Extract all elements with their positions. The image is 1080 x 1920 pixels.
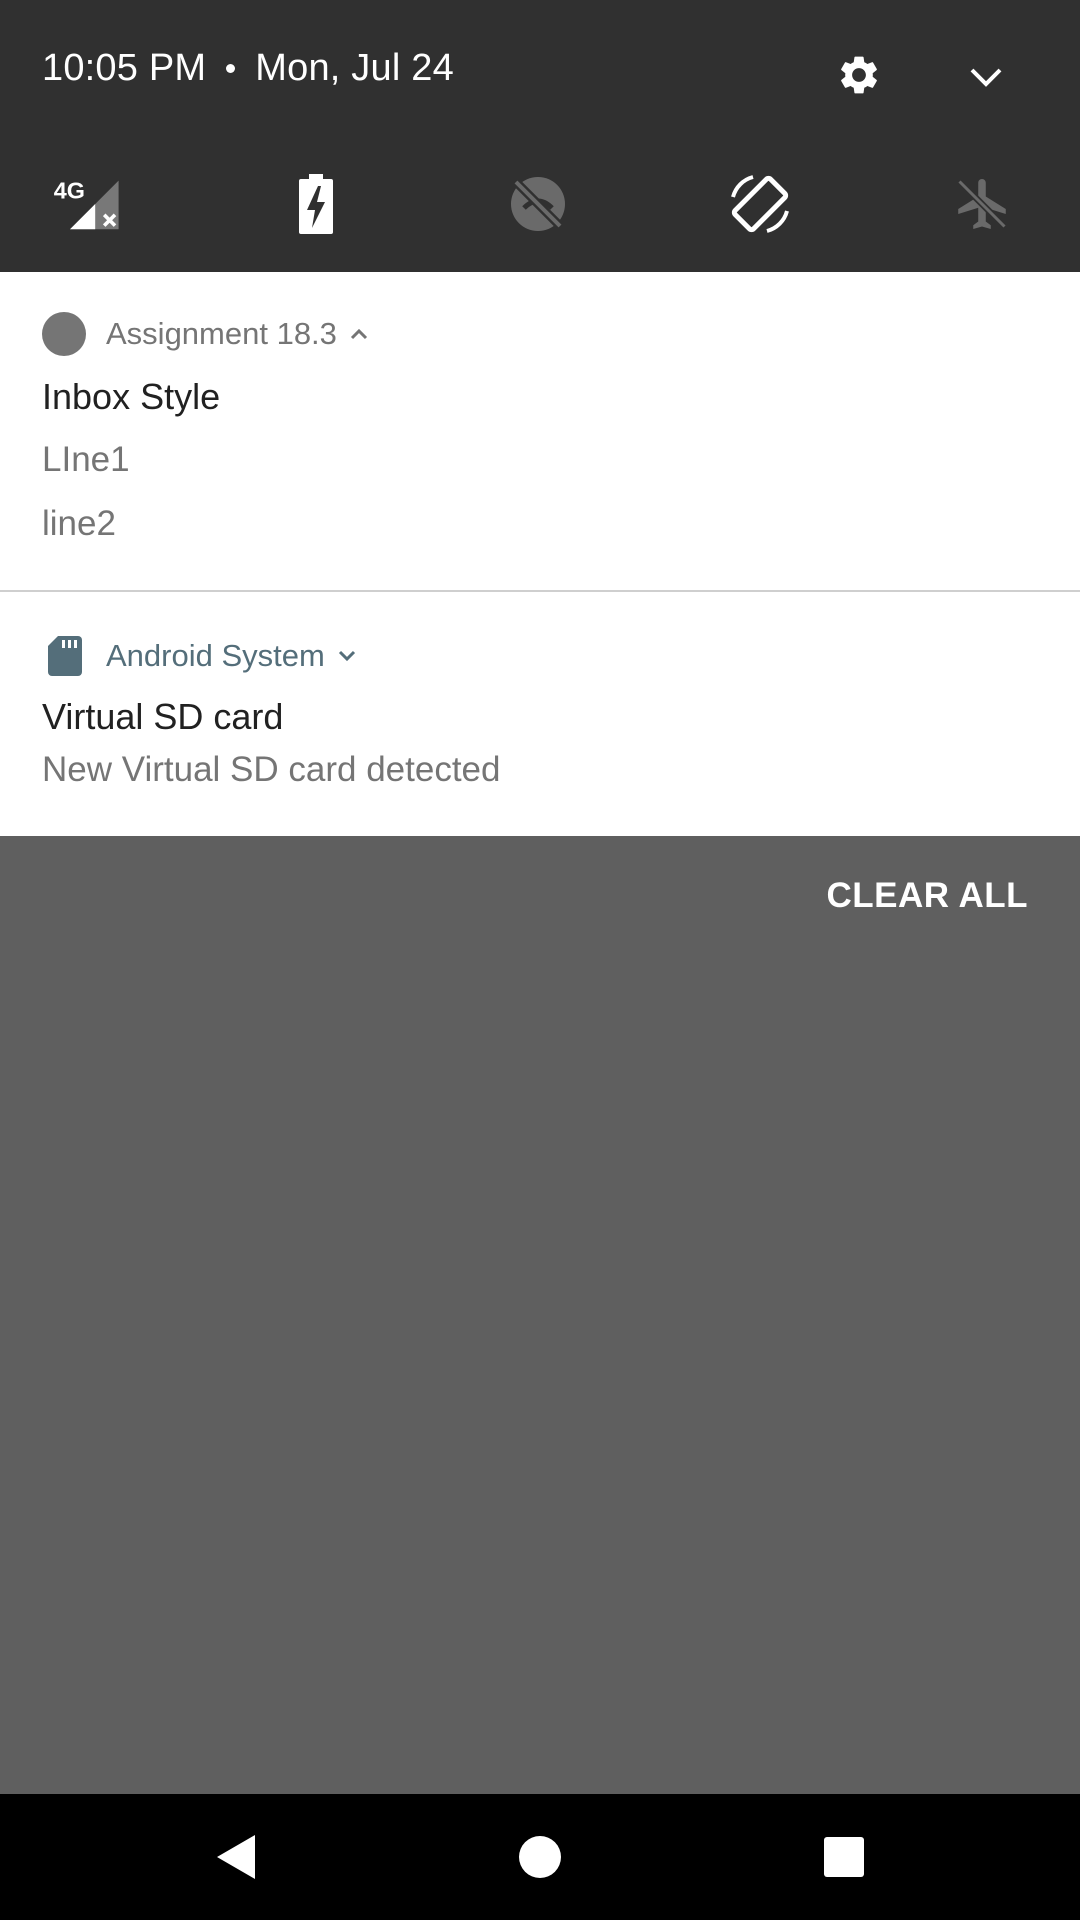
date-text: Mon, Jul 24 — [255, 46, 454, 89]
navigation-bar — [0, 1794, 1080, 1920]
auto-rotate-tile[interactable] — [724, 168, 796, 240]
chevron-up-icon — [350, 328, 367, 340]
expand-button[interactable] — [337, 649, 357, 663]
airplane-mode-tile[interactable] — [946, 168, 1018, 240]
notification-header: Android System — [42, 632, 357, 680]
notification-card[interactable]: Android System Virtual SD card New Virtu… — [0, 592, 1080, 836]
inbox-line: line2 — [42, 504, 116, 543]
app-name: Assignment 18.3 — [106, 316, 337, 351]
home-button[interactable] — [510, 1827, 570, 1887]
network-type-label: 4G — [54, 178, 85, 204]
app-name: Android System — [106, 638, 325, 673]
separator-dot — [226, 63, 236, 73]
expand-quick-settings-button[interactable] — [956, 52, 1016, 102]
settings-button[interactable] — [832, 48, 886, 102]
location-tile[interactable] — [502, 168, 574, 240]
date-time: 10:05 PM Mon, Jul 24 — [42, 38, 454, 98]
clear-all-button[interactable]: CLEAR ALL — [826, 876, 1028, 916]
notification-card[interactable]: Assignment 18.3 Inbox Style LIne1 line2 — [0, 272, 1080, 592]
app-circle-icon — [42, 312, 86, 356]
quick-settings-header: 10:05 PM Mon, Jul 24 4G — [0, 0, 1080, 272]
battery-saver-tile[interactable] — [280, 168, 352, 240]
recents-button[interactable] — [814, 1827, 874, 1887]
home-icon — [519, 1836, 561, 1878]
airplane-mode-icon — [957, 179, 1007, 229]
notification-title: Virtual SD card — [42, 696, 284, 737]
notification-title: Inbox Style — [42, 376, 221, 417]
recents-icon — [824, 1837, 864, 1877]
auto-rotate-icon — [731, 175, 789, 233]
notification-header: Assignment 18.3 — [42, 310, 369, 358]
notification-shade-screen: 10:05 PM Mon, Jul 24 4G Assignment 18.3 … — [0, 0, 1080, 1920]
collapse-button[interactable] — [349, 327, 369, 341]
chevron-down-icon — [338, 650, 355, 662]
chevron-down-icon — [970, 68, 1002, 87]
mobile-data-icon: 4G — [54, 178, 119, 230]
location-off-icon — [511, 177, 565, 231]
sd-card-icon — [48, 636, 82, 676]
clock-time: 10:05 PM — [42, 46, 207, 89]
gear-icon — [841, 56, 877, 94]
mobile-data-tile[interactable]: 4G — [52, 168, 124, 240]
back-button[interactable] — [206, 1827, 266, 1887]
notification-text: New Virtual SD card detected — [42, 750, 501, 789]
back-icon — [217, 1835, 255, 1879]
inbox-line: LIne1 — [42, 440, 130, 479]
battery-saver-icon — [299, 174, 333, 234]
